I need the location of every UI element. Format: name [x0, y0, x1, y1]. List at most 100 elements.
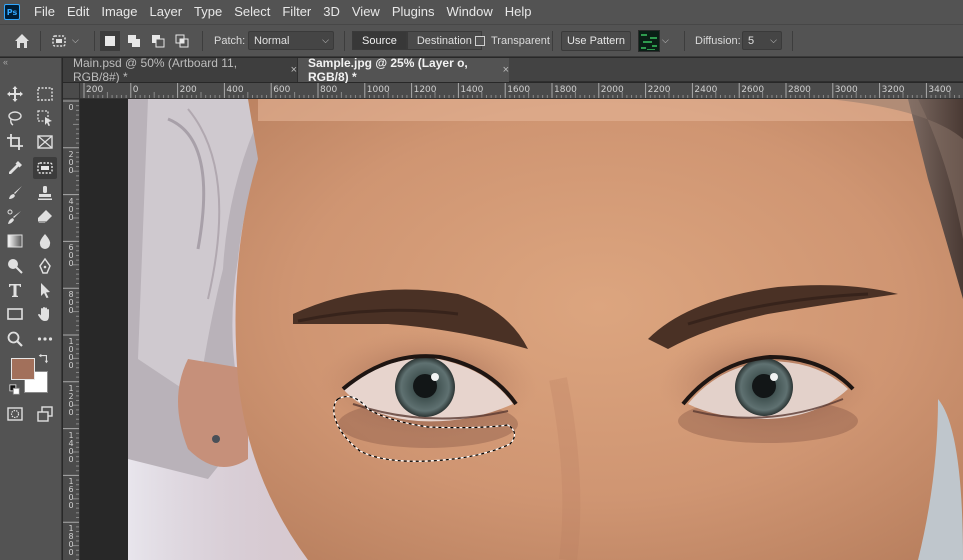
add-selection-icon: [128, 34, 140, 47]
marquee-tool-icon[interactable]: [33, 83, 57, 105]
history-brush-tool-icon[interactable]: [3, 206, 27, 228]
menu-help[interactable]: Help: [499, 0, 538, 24]
dodge-tool-icon[interactable]: [3, 255, 27, 277]
screen-mode-icon[interactable]: [33, 403, 57, 425]
new-selection-button[interactable]: [100, 31, 120, 51]
eyedropper-tool-icon[interactable]: [3, 157, 27, 179]
menu-file[interactable]: File: [28, 0, 61, 24]
transparent-label: Transparent: [491, 34, 550, 47]
menu-3d[interactable]: 3D: [317, 0, 346, 24]
ruler-tick-label: 200: [86, 85, 104, 95]
menu-select[interactable]: Select: [228, 0, 276, 24]
ruler-tick-label: 3200: [881, 85, 905, 95]
close-icon[interactable]: ×: [291, 64, 297, 76]
ruler-tick-label: 1 8 0 0: [68, 524, 74, 558]
gradient-tool-icon[interactable]: [3, 230, 27, 252]
type-tool-icon[interactable]: [3, 279, 27, 301]
panel-collapse-icon[interactable]: «: [0, 58, 62, 68]
eraser-tool-icon[interactable]: [33, 206, 57, 228]
ruler-tick-label: 1000: [366, 85, 390, 95]
ruler-tick-label: 1800: [554, 85, 577, 95]
photoshop-logo-icon: Ps: [4, 4, 20, 20]
object-select-tool-icon[interactable]: [33, 107, 57, 129]
add-selection-button[interactable]: [124, 25, 144, 56]
frame-tool-icon[interactable]: [33, 131, 57, 153]
patch-tool-icon: [52, 34, 66, 47]
transparent-checkbox[interactable]: Transparent: [475, 25, 550, 56]
vertical-ruler[interactable]: 0 2 0 0 4 0 0 6 0 0 8 0 0 1 0 0 0 1 2 0 0 1 4 0…: [63, 99, 80, 560]
patch-tool-icon[interactable]: [33, 157, 57, 179]
crop-tool-icon[interactable]: [3, 131, 27, 153]
rectangle-tool-icon[interactable]: [3, 303, 27, 325]
menu-type[interactable]: Type: [188, 0, 228, 24]
destination-button[interactable]: Destination: [406, 31, 482, 50]
pattern-picker-chevron-icon[interactable]: ⌵: [662, 25, 676, 56]
menu-filter[interactable]: Filter: [276, 0, 317, 24]
lasso-tool-icon[interactable]: [3, 107, 27, 129]
ruler-tick-label: 1 2 0 0: [68, 383, 74, 417]
ruler-tick-label: 1400: [460, 85, 484, 95]
chevron-down-icon: ⌵: [770, 35, 777, 45]
document-tab-bar: Main.psd @ 50% (Artboard 11, RGB/8#) * ×…: [63, 56, 963, 84]
foreground-color-swatch[interactable]: [11, 358, 35, 380]
menu-edit[interactable]: Edit: [61, 0, 95, 24]
tab-label: Main.psd @ 50% (Artboard 11, RGB/8#) *: [73, 56, 238, 84]
ruler-tick-label: 1600: [507, 85, 531, 95]
home-icon[interactable]: [10, 25, 34, 56]
checkbox-icon: [475, 35, 485, 46]
use-pattern-button[interactable]: Use Pattern: [561, 31, 631, 51]
patch-label: Patch:: [214, 34, 246, 47]
ruler-tick-label: 4 0 0: [68, 196, 74, 222]
ruler-tick-label: 0: [132, 85, 139, 95]
default-colors-icon[interactable]: [8, 383, 22, 397]
patch-mode-value: Normal: [254, 34, 290, 47]
ruler-tick-label: 800: [320, 85, 338, 95]
menu-plugins[interactable]: Plugins: [386, 0, 441, 24]
tool-preset-picker[interactable]: ⌵: [50, 25, 86, 56]
tab-main-psd[interactable]: Main.psd @ 50% (Artboard 11, RGB/8#) * ×: [63, 56, 298, 84]
diffusion-dropdown[interactable]: 5 ⌵: [742, 31, 782, 50]
menu-layer[interactable]: Layer: [144, 0, 189, 24]
menu-window[interactable]: Window: [440, 0, 498, 24]
more-tools-icon[interactable]: [33, 328, 57, 350]
close-icon[interactable]: ×: [503, 64, 509, 76]
ruler-tick-label: 2800: [788, 85, 811, 95]
portrait-photo: [128, 99, 963, 560]
zoom-tool-icon[interactable]: [3, 328, 27, 350]
swap-colors-icon[interactable]: [36, 352, 50, 366]
intersect-selection-icon: [175, 34, 189, 47]
chevron-down-icon: ⌵: [72, 35, 79, 45]
subtract-selection-button[interactable]: [148, 25, 168, 56]
blur-tool-icon[interactable]: [33, 230, 57, 252]
path-select-tool-icon[interactable]: [33, 279, 57, 301]
ruler-tick-label: 8 0 0: [68, 290, 74, 316]
menu-view[interactable]: View: [346, 0, 386, 24]
source-destination-toggle: Source Destination: [352, 31, 482, 50]
new-selection-icon: [105, 36, 115, 46]
diffusion-label: Diffusion:: [695, 34, 741, 47]
horizontal-ruler[interactable]: 200 0 200 400 600 800 1000 1200 1400 1600 1800 2000…: [80, 83, 963, 99]
pattern-swatch[interactable]: [638, 30, 660, 52]
ruler-tick-label: 0: [68, 103, 74, 112]
source-button[interactable]: Source: [352, 31, 407, 50]
move-tool-icon[interactable]: [3, 83, 27, 105]
ruler-tick-label: 2200: [647, 85, 671, 95]
ruler-tick-label: 600: [273, 85, 291, 95]
quick-mask-icon[interactable]: [3, 403, 27, 425]
tab-label: Sample.jpg @ 25% (Layer o, RGB/8) *: [308, 56, 468, 84]
intersect-selection-button[interactable]: [172, 25, 192, 56]
document-canvas[interactable]: [128, 99, 963, 560]
ruler-tick-label: 1 6 0 0: [68, 477, 74, 511]
brush-tool-icon[interactable]: [3, 182, 27, 204]
clone-stamp-tool-icon[interactable]: [33, 182, 57, 204]
patch-mode-dropdown[interactable]: Normal ⌵: [248, 31, 334, 50]
tab-sample-jpg[interactable]: Sample.jpg @ 25% (Layer o, RGB/8) * ×: [298, 56, 509, 84]
ruler-tick-label: 2 0 0: [68, 149, 74, 175]
ruler-origin[interactable]: [63, 83, 80, 99]
menu-image[interactable]: Image: [95, 0, 143, 24]
ruler-tick-label: 2600: [741, 85, 765, 95]
hand-tool-icon[interactable]: [33, 303, 57, 325]
options-bar: ⌵ Patch: Normal ⌵ Source Destination Tra…: [0, 24, 963, 57]
chevron-down-icon: ⌵: [322, 35, 329, 45]
pen-tool-icon[interactable]: [33, 255, 57, 277]
